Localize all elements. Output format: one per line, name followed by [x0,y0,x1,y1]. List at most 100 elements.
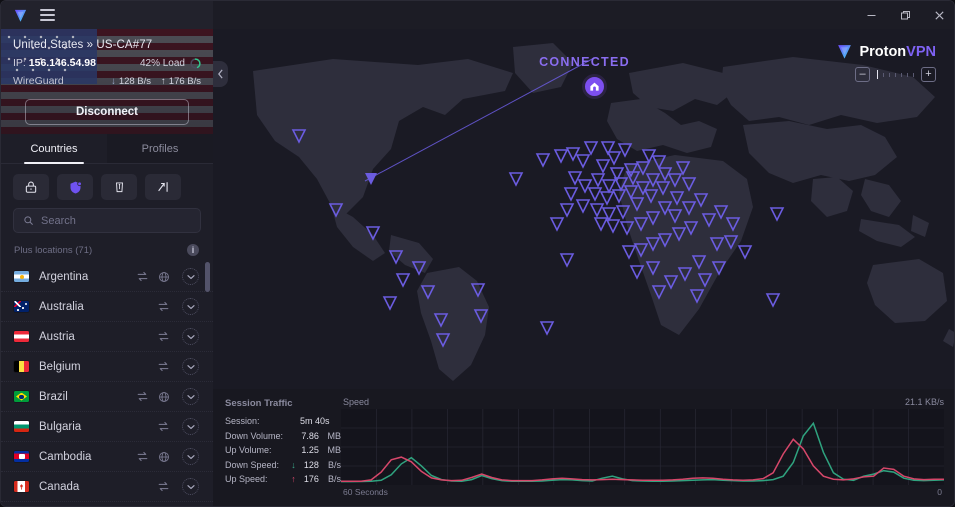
server-marker-icon[interactable] [713,205,729,220]
scrollbar-thumb[interactable] [205,262,210,292]
server-marker-icon[interactable] [737,245,753,260]
expand-country-button[interactable] [182,478,199,495]
server-marker-icon[interactable] [629,197,645,212]
server-marker-icon[interactable] [691,255,707,270]
server-marker-icon[interactable] [723,235,739,250]
server-marker-icon[interactable] [508,172,524,187]
server-marker-icon[interactable] [328,203,344,218]
zoom-slider-track[interactable] [872,70,919,79]
server-marker-icon[interactable] [565,147,581,162]
server-marker-icon[interactable] [583,141,599,156]
server-marker-icon[interactable] [623,163,639,178]
server-marker-icon[interactable] [291,129,307,144]
close-icon[interactable] [922,1,954,29]
server-marker-icon[interactable] [667,173,683,188]
world-map[interactable]: CONNECTED ProtonVPN – + [213,29,954,389]
info-icon[interactable]: i [187,244,199,256]
server-marker-icon[interactable] [651,155,667,170]
server-marker-icon[interactable] [669,191,685,206]
country-row[interactable]: Belgium [1,352,213,382]
server-marker-icon[interactable] [725,217,741,232]
disconnect-button[interactable]: Disconnect [25,99,189,125]
server-marker-icon[interactable] [657,201,673,216]
country-row[interactable]: Argentina [1,262,213,292]
server-marker-icon[interactable] [575,199,591,214]
server-marker-icon[interactable] [645,173,661,188]
expand-country-button[interactable] [182,388,199,405]
server-marker-icon[interactable] [595,159,611,174]
secure-core-icon[interactable] [13,174,49,200]
search-input[interactable] [41,214,191,227]
server-marker-icon[interactable] [411,261,427,276]
country-list-scrollbar[interactable] [205,262,210,506]
country-row[interactable]: Australia [1,292,213,322]
server-marker-icon[interactable] [617,143,633,158]
expand-country-button[interactable] [182,328,199,345]
server-marker-icon[interactable] [677,267,693,282]
server-marker-icon[interactable] [382,296,398,311]
server-marker-icon[interactable] [671,227,687,242]
server-marker-icon[interactable] [539,321,555,336]
server-marker-icon[interactable] [420,285,436,300]
tab-countries[interactable]: Countries [1,134,107,164]
restore-icon[interactable] [888,1,922,29]
server-marker-icon[interactable] [769,207,785,222]
server-marker-icon[interactable] [697,273,713,288]
server-marker-icon[interactable] [473,309,489,324]
server-marker-icon[interactable] [470,283,486,298]
port-forwarding-icon[interactable] [145,174,181,200]
server-marker-icon[interactable] [559,253,575,268]
server-marker-icon[interactable] [611,189,627,204]
server-marker-icon[interactable] [433,313,449,328]
server-marker-icon[interactable] [765,293,781,308]
tab-profiles[interactable]: Profiles [107,134,213,163]
server-marker-icon[interactable] [711,261,727,276]
server-marker-icon[interactable] [689,289,705,304]
zoom-out-button[interactable]: – [855,67,870,82]
country-row[interactable]: Bulgaria [1,412,213,442]
zoom-slider-handle[interactable] [877,70,878,79]
server-marker-icon[interactable] [675,161,691,176]
server-marker-icon[interactable] [599,191,615,206]
server-marker-icon[interactable] [535,153,551,168]
server-marker-icon[interactable] [635,181,651,196]
country-row[interactable]: Canada [1,472,213,502]
server-marker-icon[interactable] [681,201,697,216]
server-marker-icon[interactable] [365,226,381,241]
server-marker-icon[interactable] [589,203,605,218]
swap-icon[interactable] [157,300,170,313]
server-marker-icon[interactable] [701,213,717,228]
sidebar-collapse-button[interactable] [213,61,228,87]
server-marker-icon[interactable] [693,193,709,208]
globe-icon[interactable] [158,391,170,403]
country-row[interactable]: Brazil [1,382,213,412]
country-list[interactable]: Argentina Australia Austria Belgium Braz… [1,262,213,506]
server-marker-icon[interactable] [667,209,683,224]
server-marker-icon[interactable] [549,217,565,232]
hamburger-menu-icon[interactable] [40,9,55,21]
server-marker-icon[interactable] [559,203,575,218]
server-marker-icon[interactable] [683,221,699,236]
expand-country-button[interactable] [182,298,199,315]
server-marker-icon[interactable] [633,243,649,258]
swap-icon[interactable] [136,390,149,403]
server-marker-icon[interactable] [645,261,661,276]
swap-icon[interactable] [157,420,170,433]
server-marker-icon[interactable] [643,189,659,204]
globe-icon[interactable] [158,271,170,283]
server-marker-icon[interactable] [623,185,639,200]
server-marker-icon[interactable] [435,333,451,348]
server-marker-icon[interactable] [629,265,645,280]
server-marker-icon[interactable] [606,151,622,166]
swap-icon[interactable] [157,330,170,343]
server-marker-icon[interactable] [651,285,667,300]
country-row[interactable]: Austria [1,322,213,352]
server-marker-icon[interactable] [587,187,603,202]
minimize-icon[interactable] [854,1,888,29]
swap-icon[interactable] [157,480,170,493]
server-marker-icon[interactable] [563,187,579,202]
expand-country-button[interactable] [182,268,199,285]
server-marker-icon[interactable] [593,217,609,232]
server-marker-icon[interactable] [681,177,697,192]
server-marker-icon[interactable] [605,219,621,234]
